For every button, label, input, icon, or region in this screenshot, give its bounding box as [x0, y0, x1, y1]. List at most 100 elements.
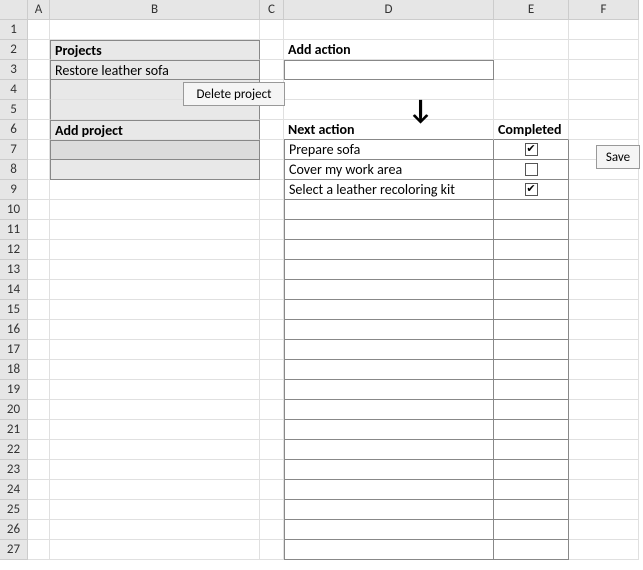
cell[interactable]: [494, 200, 569, 220]
cell[interactable]: [569, 220, 639, 240]
col-header-e[interactable]: E: [494, 0, 569, 20]
cell[interactable]: [494, 420, 569, 440]
cell[interactable]: [50, 180, 260, 200]
row-header-18[interactable]: 18: [0, 360, 28, 380]
cell[interactable]: [28, 400, 50, 420]
col-header-c[interactable]: C: [260, 0, 284, 20]
cell[interactable]: [284, 340, 494, 360]
action-completed[interactable]: ✔: [494, 140, 569, 160]
cell[interactable]: [569, 100, 639, 120]
cell[interactable]: [494, 500, 569, 520]
row-header-20[interactable]: 20: [0, 400, 28, 420]
cell[interactable]: [260, 160, 284, 180]
cell[interactable]: [260, 140, 284, 160]
row-header-14[interactable]: 14: [0, 280, 28, 300]
cell[interactable]: [284, 440, 494, 460]
cell[interactable]: [260, 540, 284, 560]
cell[interactable]: [569, 180, 639, 200]
cell[interactable]: [569, 400, 639, 420]
col-header-b[interactable]: B: [50, 0, 260, 20]
cell[interactable]: [260, 440, 284, 460]
cell[interactable]: [494, 480, 569, 500]
cell[interactable]: [50, 520, 260, 540]
cell[interactable]: [494, 80, 569, 100]
cell[interactable]: [50, 260, 260, 280]
select-all-corner[interactable]: [0, 0, 28, 20]
row-header-27[interactable]: 27: [0, 540, 28, 560]
cell[interactable]: [50, 240, 260, 260]
action-text[interactable]: Prepare sofa: [284, 140, 494, 160]
cell[interactable]: [50, 300, 260, 320]
cell[interactable]: [569, 20, 639, 40]
cell[interactable]: [569, 300, 639, 320]
cell[interactable]: [260, 320, 284, 340]
cell[interactable]: [494, 300, 569, 320]
completed-header[interactable]: Completed: [494, 120, 569, 140]
cell[interactable]: [284, 380, 494, 400]
cell[interactable]: [569, 480, 639, 500]
cell[interactable]: [260, 480, 284, 500]
action-text[interactable]: Select a leather recoloring kit: [284, 180, 494, 200]
cell[interactable]: [494, 20, 569, 40]
cell[interactable]: [260, 220, 284, 240]
cell[interactable]: [28, 460, 50, 480]
row-header-19[interactable]: 19: [0, 380, 28, 400]
cell[interactable]: [569, 320, 639, 340]
cell[interactable]: [494, 460, 569, 480]
cell[interactable]: [260, 20, 284, 40]
cell[interactable]: [260, 380, 284, 400]
cell[interactable]: [260, 400, 284, 420]
cell[interactable]: [494, 240, 569, 260]
cell[interactable]: [28, 40, 50, 60]
row-header-25[interactable]: 25: [0, 500, 28, 520]
cell[interactable]: [50, 200, 260, 220]
row-header-5[interactable]: 5: [0, 100, 28, 120]
cell[interactable]: [260, 240, 284, 260]
cell[interactable]: [569, 260, 639, 280]
cell[interactable]: [260, 200, 284, 220]
cell[interactable]: [260, 460, 284, 480]
cell[interactable]: [28, 440, 50, 460]
cell[interactable]: [569, 440, 639, 460]
cell[interactable]: [569, 340, 639, 360]
row-header-12[interactable]: 12: [0, 240, 28, 260]
cell[interactable]: [569, 460, 639, 480]
cell[interactable]: [28, 340, 50, 360]
cell[interactable]: [260, 500, 284, 520]
action-text[interactable]: Cover my work area: [284, 160, 494, 180]
cell[interactable]: [494, 540, 569, 560]
cell[interactable]: [50, 500, 260, 520]
cell[interactable]: [569, 360, 639, 380]
cell[interactable]: [260, 340, 284, 360]
add-project-label[interactable]: Add project: [50, 120, 260, 140]
cell[interactable]: [284, 260, 494, 280]
cell[interactable]: [494, 520, 569, 540]
cell[interactable]: [28, 360, 50, 380]
col-header-d[interactable]: D: [284, 0, 494, 20]
row-header-3[interactable]: 3: [0, 60, 28, 80]
cell[interactable]: [28, 60, 50, 80]
row-header-6[interactable]: 6: [0, 120, 28, 140]
cell[interactable]: [50, 540, 260, 560]
cell[interactable]: [28, 520, 50, 540]
cell[interactable]: [28, 20, 50, 40]
checkbox-icon[interactable]: ✔: [525, 183, 538, 196]
cell[interactable]: [50, 220, 260, 240]
cell[interactable]: [569, 200, 639, 220]
cell[interactable]: [50, 160, 260, 180]
action-completed[interactable]: ✔: [494, 180, 569, 200]
cell[interactable]: [284, 460, 494, 480]
cell[interactable]: [284, 520, 494, 540]
row-header-2[interactable]: 2: [0, 40, 28, 60]
checkbox-icon[interactable]: [525, 163, 538, 176]
cell[interactable]: [50, 340, 260, 360]
add-action-label[interactable]: Add action: [284, 40, 494, 60]
cell[interactable]: [28, 140, 50, 160]
cell[interactable]: [50, 280, 260, 300]
cell[interactable]: [569, 520, 639, 540]
cell[interactable]: [284, 480, 494, 500]
cell[interactable]: [260, 280, 284, 300]
cell[interactable]: [28, 500, 50, 520]
cell[interactable]: [494, 280, 569, 300]
cell[interactable]: [494, 440, 569, 460]
